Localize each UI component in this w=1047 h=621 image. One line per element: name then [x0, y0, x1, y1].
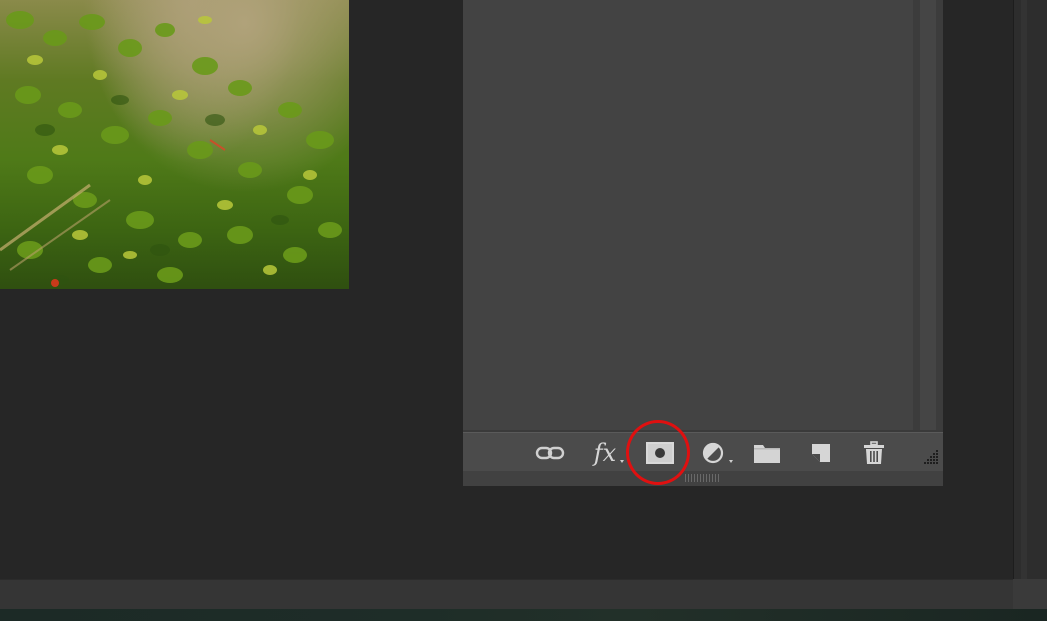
resize-corner-icon[interactable] — [920, 446, 940, 466]
dropdown-triangle-icon — [620, 460, 624, 463]
horizontal-scrollbar[interactable] — [0, 579, 1013, 610]
link-icon — [535, 446, 565, 460]
add-layer-style-button[interactable]: fx — [590, 439, 624, 467]
scrollbar-corner — [1013, 579, 1047, 609]
new-group-button[interactable] — [752, 440, 782, 466]
trash-icon — [864, 441, 884, 464]
folder-icon — [754, 445, 780, 463]
add-layer-mask-button[interactable] — [645, 440, 675, 466]
layer-mask-icon — [646, 442, 674, 464]
layers-panel — [463, 0, 943, 486]
right-scrollbar-thumb[interactable] — [1021, 0, 1027, 579]
new-fill-adjustment-layer-button[interactable] — [698, 440, 733, 466]
foliage-image — [0, 11, 342, 287]
fx-icon: fx — [593, 439, 617, 467]
layers-list[interactable] — [463, 0, 913, 430]
layers-scrollbar-thumb[interactable] — [920, 0, 936, 430]
link-layers-button[interactable] — [535, 440, 565, 466]
right-scrollbar[interactable] — [1013, 0, 1047, 579]
new-layer-icon — [812, 444, 830, 462]
panel-resize-grip[interactable] — [685, 474, 721, 482]
dropdown-triangle-icon — [729, 460, 733, 463]
status-strip — [0, 609, 1047, 621]
new-layer-button[interactable] — [806, 440, 836, 466]
adjustment-circle-icon — [702, 442, 724, 464]
document-photo[interactable] — [0, 0, 349, 289]
delete-layer-button[interactable] — [859, 440, 889, 466]
